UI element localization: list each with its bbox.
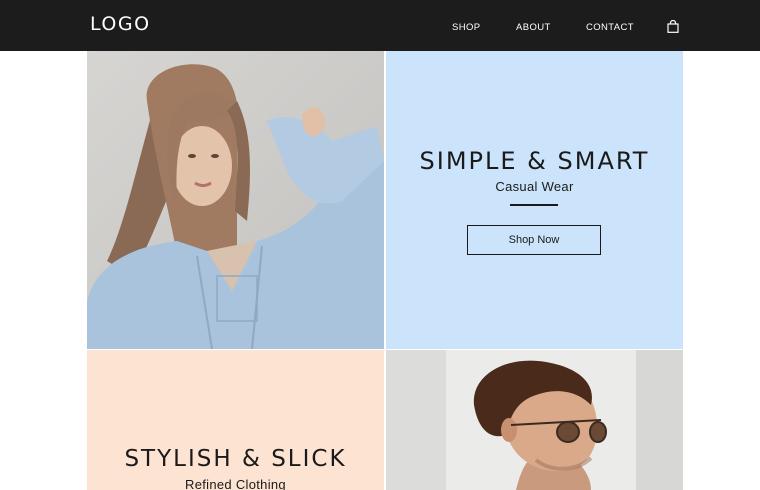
- nav-link-about[interactable]: ABOUT: [516, 22, 551, 33]
- promo-title: SIMPLE & SMART: [419, 147, 650, 175]
- top-nav-bar: LOGO SHOP ABOUT CONTACT: [0, 0, 760, 51]
- promo-subtitle: Refined Clothing: [185, 477, 286, 490]
- shop-now-button[interactable]: Shop Now: [467, 225, 601, 255]
- promo-tile-casual: SIMPLE & SMART Casual Wear Shop Now: [386, 51, 683, 349]
- woman-denim-photo: [87, 51, 384, 349]
- man-sunglasses-photo: [386, 350, 683, 490]
- promo-title: STYLISH & SLICK: [124, 446, 347, 472]
- nav-link-contact[interactable]: CONTACT: [586, 22, 634, 33]
- logo[interactable]: LOGO: [90, 13, 151, 35]
- nav-link-shop[interactable]: SHOP: [452, 22, 481, 33]
- promo-tile-refined: STYLISH & SLICK Refined Clothing: [87, 350, 384, 490]
- product-grid: SIMPLE & SMART Casual Wear Shop Now STYL…: [87, 51, 683, 490]
- promo-subtitle: Casual Wear: [495, 179, 574, 194]
- title-divider: [510, 204, 558, 206]
- shopping-bag-icon[interactable]: [667, 19, 679, 33]
